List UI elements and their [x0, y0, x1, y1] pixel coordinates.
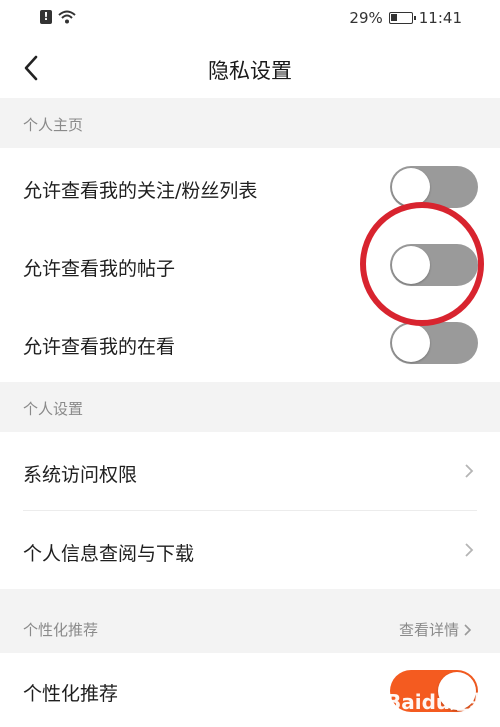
page-title: 隐私设置	[208, 59, 292, 83]
setting-row-watching[interactable]: 允许查看我的在看	[0, 304, 500, 382]
battery-percent: 29%	[349, 9, 383, 27]
chevron-right-icon	[464, 623, 472, 636]
section-header-personalized: 个性化推荐 查看详情	[0, 589, 500, 653]
wifi-icon	[58, 10, 76, 24]
section-title: 个性化推荐	[23, 621, 99, 639]
toggle-knob	[392, 246, 430, 284]
view-details-label: 查看详情	[398, 621, 459, 639]
alert-icon: !	[40, 10, 52, 24]
section-title: 个人主页	[23, 116, 84, 134]
section-title: 个人设置	[23, 400, 84, 418]
view-details-link[interactable]: 查看详情	[399, 619, 472, 640]
toggle-knob	[392, 168, 430, 206]
clock: 11:41	[418, 9, 462, 27]
battery-icon	[388, 12, 416, 24]
nav-bar: 隐私设置	[0, 38, 500, 98]
setting-label: 允许查看我的帖子	[23, 258, 176, 280]
personalized-toggle[interactable]	[390, 670, 478, 712]
setting-label: 个人信息查阅与下载	[23, 543, 195, 565]
toggle-knob	[438, 672, 476, 710]
toggle-knob	[392, 324, 430, 362]
followers-toggle[interactable]	[390, 166, 478, 208]
chevron-right-icon	[464, 463, 474, 479]
watching-toggle[interactable]	[390, 322, 478, 364]
status-right: 29% 11:41	[349, 9, 462, 27]
setting-row-followers[interactable]: 允许查看我的关注/粉丝列表	[0, 148, 500, 226]
setting-label: 允许查看我的在看	[23, 336, 176, 358]
setting-row-personal-info[interactable]: 个人信息查阅与下载	[0, 511, 500, 589]
setting-row-personalized[interactable]: 个性化推荐	[0, 653, 500, 727]
setting-label: 个性化推荐	[23, 683, 119, 705]
setting-label: 允许查看我的关注/粉丝列表	[23, 180, 258, 202]
status-bar: ! 29% 11:41	[0, 0, 500, 38]
setting-row-system-access[interactable]: 系统访问权限	[0, 432, 500, 510]
battery-level	[390, 14, 397, 21]
section-header-personal-home: 个人主页	[0, 98, 500, 148]
status-left: !	[40, 10, 76, 24]
setting-row-posts[interactable]: 允许查看我的帖子	[0, 226, 500, 304]
chevron-right-icon	[464, 542, 474, 558]
section-header-personal-settings: 个人设置	[0, 382, 500, 432]
setting-label: 系统访问权限	[23, 464, 138, 486]
posts-toggle[interactable]	[390, 244, 478, 286]
